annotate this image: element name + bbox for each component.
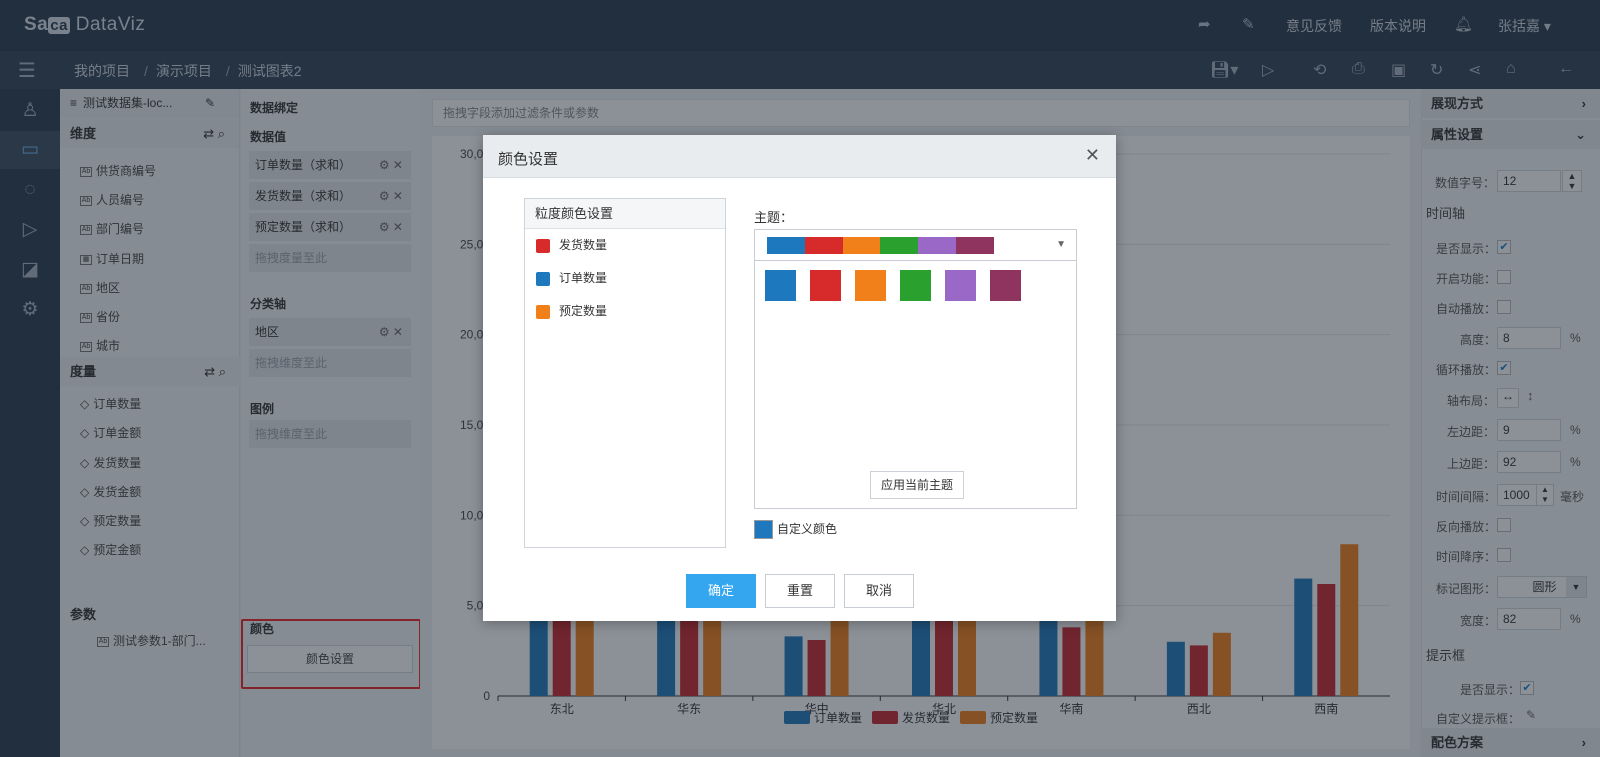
apply-theme-button[interactable]: 应用当前主题 — [870, 471, 964, 499]
theme-color-strip — [767, 237, 994, 254]
granularity-list-header: 粒度颜色设置 — [525, 199, 725, 229]
custom-color[interactable]: 自定义颜色 — [754, 520, 837, 540]
granularity-list: 粒度颜色设置 发货数量 订单数量 预定数量 — [524, 198, 726, 548]
ok-button[interactable]: 确定 — [686, 574, 756, 608]
close-icon[interactable]: ✕ — [1085, 145, 1100, 166]
theme-select[interactable]: ▼ — [754, 229, 1077, 261]
dialog-title: 颜色设置 — [498, 151, 559, 168]
theme-swatch[interactable] — [900, 270, 931, 301]
theme-swatch[interactable] — [945, 270, 976, 301]
granularity-item[interactable]: 发货数量 — [525, 229, 725, 262]
granularity-item[interactable]: 预定数量 — [525, 295, 725, 328]
chevron-down-icon: ▼ — [1056, 239, 1066, 250]
theme-swatch[interactable] — [810, 270, 841, 301]
custom-color-swatch[interactable] — [754, 520, 773, 540]
color-swatch[interactable] — [536, 271, 550, 286]
theme-swatch[interactable] — [765, 270, 796, 301]
theme-label: 主题： — [754, 210, 794, 225]
theme-swatch[interactable] — [990, 270, 1021, 301]
dialog-header — [483, 135, 1116, 178]
granularity-item[interactable]: 订单数量 — [525, 262, 725, 295]
color-swatch[interactable] — [536, 238, 550, 253]
cancel-button[interactable]: 取消 — [844, 574, 914, 608]
reset-button[interactable]: 重置 — [765, 574, 835, 608]
theme-palette: 应用当前主题 — [754, 260, 1077, 509]
color-settings-dialog: 颜色设置 ✕ 粒度颜色设置 发货数量 订单数量 预定数量 主题： ▼ 应用当前主… — [483, 135, 1116, 621]
color-swatch[interactable] — [536, 304, 550, 319]
theme-swatch[interactable] — [855, 270, 886, 301]
